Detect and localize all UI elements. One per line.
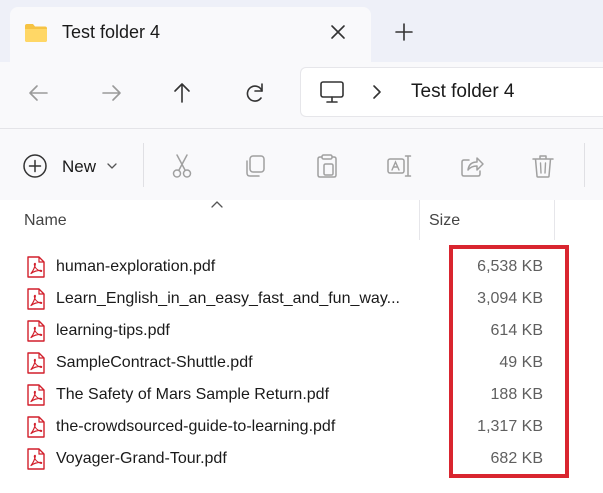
tab-strip: Test folder 4: [0, 0, 603, 62]
tab-title: Test folder 4: [62, 22, 161, 42]
computer-icon[interactable]: [319, 80, 345, 104]
command-bar: New: [0, 128, 603, 200]
pdf-file-icon: [27, 384, 45, 406]
copy-icon[interactable]: [241, 152, 269, 180]
pdf-file-icon: [27, 352, 45, 374]
file-size: 1,317 KB: [477, 418, 543, 435]
column-divider[interactable]: [554, 200, 555, 240]
chevron-down-icon: [107, 163, 117, 169]
file-row[interactable]: human-exploration.pdf 6,538 KB: [0, 251, 603, 283]
file-size: 6,538 KB: [477, 258, 543, 275]
pdf-file-icon: [27, 416, 45, 438]
rename-icon[interactable]: [386, 152, 414, 180]
tab-test-folder-4[interactable]: Test folder 4: [10, 7, 371, 62]
column-header-name[interactable]: Name: [24, 211, 67, 231]
file-name: Learn_English_in_an_easy_fast_and_fun_wa…: [56, 290, 400, 307]
file-size: 614 KB: [490, 322, 543, 339]
sort-ascending-icon: [211, 201, 223, 208]
file-row[interactable]: the-crowdsourced-guide-to-learning.pdf 1…: [0, 411, 603, 443]
file-size: 49 KB: [499, 354, 543, 371]
pdf-file-icon: [27, 288, 45, 310]
column-header: Name Size: [0, 200, 603, 240]
plus-circle-icon: [23, 154, 47, 178]
file-row[interactable]: Learn_English_in_an_easy_fast_and_fun_wa…: [0, 283, 603, 315]
file-name: learning-tips.pdf: [56, 322, 170, 339]
file-name: human-exploration.pdf: [56, 258, 216, 275]
column-divider[interactable]: [419, 200, 420, 240]
back-arrow-icon[interactable]: [25, 79, 53, 107]
pdf-file-icon: [27, 448, 45, 470]
file-row[interactable]: The Safety of Mars Sample Return.pdf 188…: [0, 379, 603, 411]
pdf-file-icon: [27, 320, 45, 342]
file-size: 3,094 KB: [477, 290, 543, 307]
file-row[interactable]: learning-tips.pdf 614 KB: [0, 315, 603, 347]
file-size: 188 KB: [490, 386, 543, 403]
refresh-icon[interactable]: [241, 79, 269, 107]
chevron-right-icon[interactable]: [368, 83, 386, 101]
toolbar-divider: [584, 143, 585, 187]
close-icon[interactable]: [326, 20, 350, 44]
new-button-label: New: [62, 157, 97, 176]
pdf-file-icon: [27, 256, 45, 278]
file-row[interactable]: Voyager-Grand-Tour.pdf 682 KB: [0, 443, 603, 475]
file-name: Voyager-Grand-Tour.pdf: [56, 450, 227, 467]
address-bar[interactable]: Test folder 4: [300, 67, 603, 117]
paste-icon[interactable]: [313, 152, 341, 180]
file-size: 682 KB: [490, 450, 543, 467]
delete-icon[interactable]: [529, 152, 557, 180]
file-name: the-crowdsourced-guide-to-learning.pdf: [56, 418, 336, 435]
toolbar-divider: [143, 143, 144, 187]
plus-icon[interactable]: [392, 20, 416, 44]
cut-icon[interactable]: [168, 152, 196, 180]
file-row[interactable]: SampleContract-Shuttle.pdf 49 KB: [0, 347, 603, 379]
folder-icon: [25, 24, 47, 42]
up-arrow-icon[interactable]: [168, 79, 196, 107]
file-name: The Safety of Mars Sample Return.pdf: [56, 386, 330, 403]
column-header-size[interactable]: Size: [429, 211, 460, 231]
file-name: SampleContract-Shuttle.pdf: [56, 354, 253, 371]
breadcrumb-current-folder[interactable]: Test folder 4: [411, 80, 515, 104]
navigation-bar: Test folder 4: [0, 62, 603, 128]
share-icon[interactable]: [458, 152, 486, 180]
forward-arrow-icon[interactable]: [97, 79, 125, 107]
